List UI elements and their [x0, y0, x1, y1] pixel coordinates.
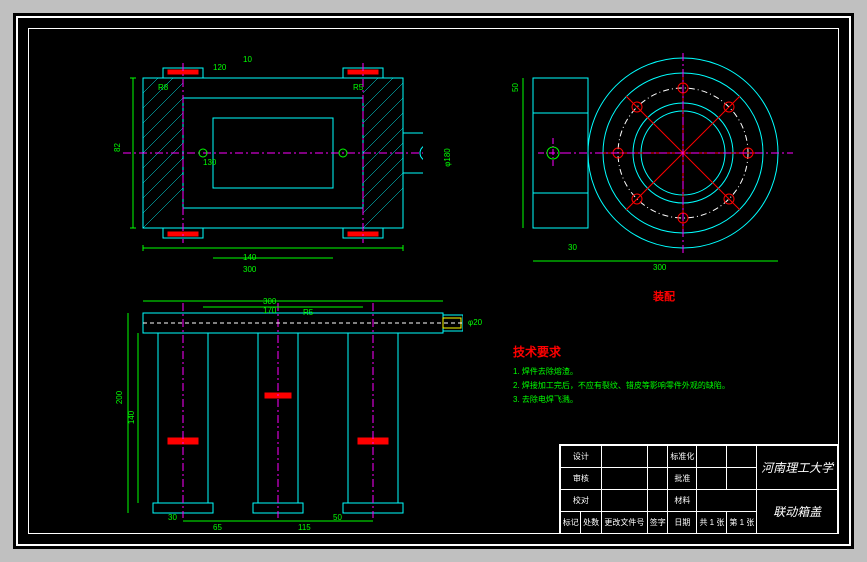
tb-review-label: 校对 [561, 490, 602, 512]
tb-checked-name [601, 468, 647, 490]
dim-tl-1: 82 [113, 143, 122, 152]
view-top-right [503, 43, 803, 273]
tb-marker: 标记 [561, 512, 581, 534]
tb-university: 河南理工大学 [757, 446, 838, 490]
tech-req-title: 技术要求 [513, 343, 793, 360]
dim-tl-7: φ180 [443, 148, 452, 167]
tb-rev-name [601, 490, 647, 512]
tb-sheet2: 第 1 张 [727, 512, 757, 534]
tech-requirements: 技术要求 1. 焊件去除熔渣。 2. 焊接加工完后，不应有裂纹、错皮等影响零件外… [513, 343, 793, 405]
dim-bl-9: 115 [298, 523, 311, 532]
tb-qty: 处数 [581, 512, 601, 534]
tb-change: 更改文件号 [601, 512, 647, 534]
tb-mat-label: 材料 [668, 490, 697, 512]
tb-drawn-label: 设计 [561, 446, 602, 468]
dim-bl-3: 200 [115, 391, 124, 404]
tech-req-line3: 3. 去除电焊飞溅。 [513, 394, 793, 405]
tb-date3 [648, 468, 668, 490]
dim-bl-2: 170 [263, 306, 276, 315]
assembly-label: 装配 [653, 288, 675, 304]
tb-date2 [727, 446, 757, 468]
dim-tl-5: R8 [158, 83, 168, 92]
tb-part-name: 联动箱盖 [757, 490, 838, 534]
dim-tr-1: 50 [511, 83, 520, 92]
dim-bl-4: 140 [127, 411, 136, 424]
tb-date4 [727, 468, 757, 490]
dim-bl-8: R5 [303, 308, 313, 317]
tb-std-label: 标准化 [668, 446, 697, 468]
tb-sheet: 共 1 张 [697, 512, 727, 534]
dim-tl-3: 140 [243, 253, 256, 262]
title-block: 设计 标准化 河南理工大学 审核 批准 校对 材料 联动箱盖 标记 处数 更改文… [559, 444, 839, 534]
tech-req-line2: 2. 焊接加工完后，不应有裂纹、错皮等影响零件外观的缺陷。 [513, 380, 793, 391]
tb-std-name [697, 446, 727, 468]
view-bottom-left [83, 293, 463, 528]
dim-tl-8: 120 [213, 63, 226, 72]
tb-appr-name [697, 468, 727, 490]
dim-bl-7: 50 [333, 513, 342, 522]
dim-bl-1: 300 [263, 297, 276, 306]
tb-mat [697, 490, 757, 512]
dim-bl-6: 30 [168, 513, 177, 522]
tb-sign: 签字 [648, 512, 668, 534]
dim-bl-10: φ20 [468, 318, 482, 327]
dim-bl-5: 65 [213, 523, 222, 532]
view-top-left [83, 48, 423, 268]
tb-approved-label: 批准 [668, 468, 697, 490]
tb-date1 [648, 446, 668, 468]
dim-tl-4: 300 [243, 265, 256, 274]
app-frame: 82 130 140 300 R8 R5 φ180 120 10 50 300 … [5, 5, 862, 557]
dim-tr-3: 30 [568, 243, 577, 252]
dim-tl-6: R5 [353, 83, 363, 92]
tb-checked-label: 审核 [561, 468, 602, 490]
drawing-canvas[interactable]: 82 130 140 300 R8 R5 φ180 120 10 50 300 … [13, 13, 854, 549]
tech-req-line1: 1. 焊件去除熔渣。 [513, 366, 793, 377]
dim-tr-2: 300 [653, 263, 666, 272]
tb-date5 [648, 490, 668, 512]
dim-tl-2: 130 [203, 158, 216, 167]
tb-date-label: 日期 [668, 512, 697, 534]
dim-tl-9: 10 [243, 55, 252, 64]
tb-drawn-name [601, 446, 647, 468]
